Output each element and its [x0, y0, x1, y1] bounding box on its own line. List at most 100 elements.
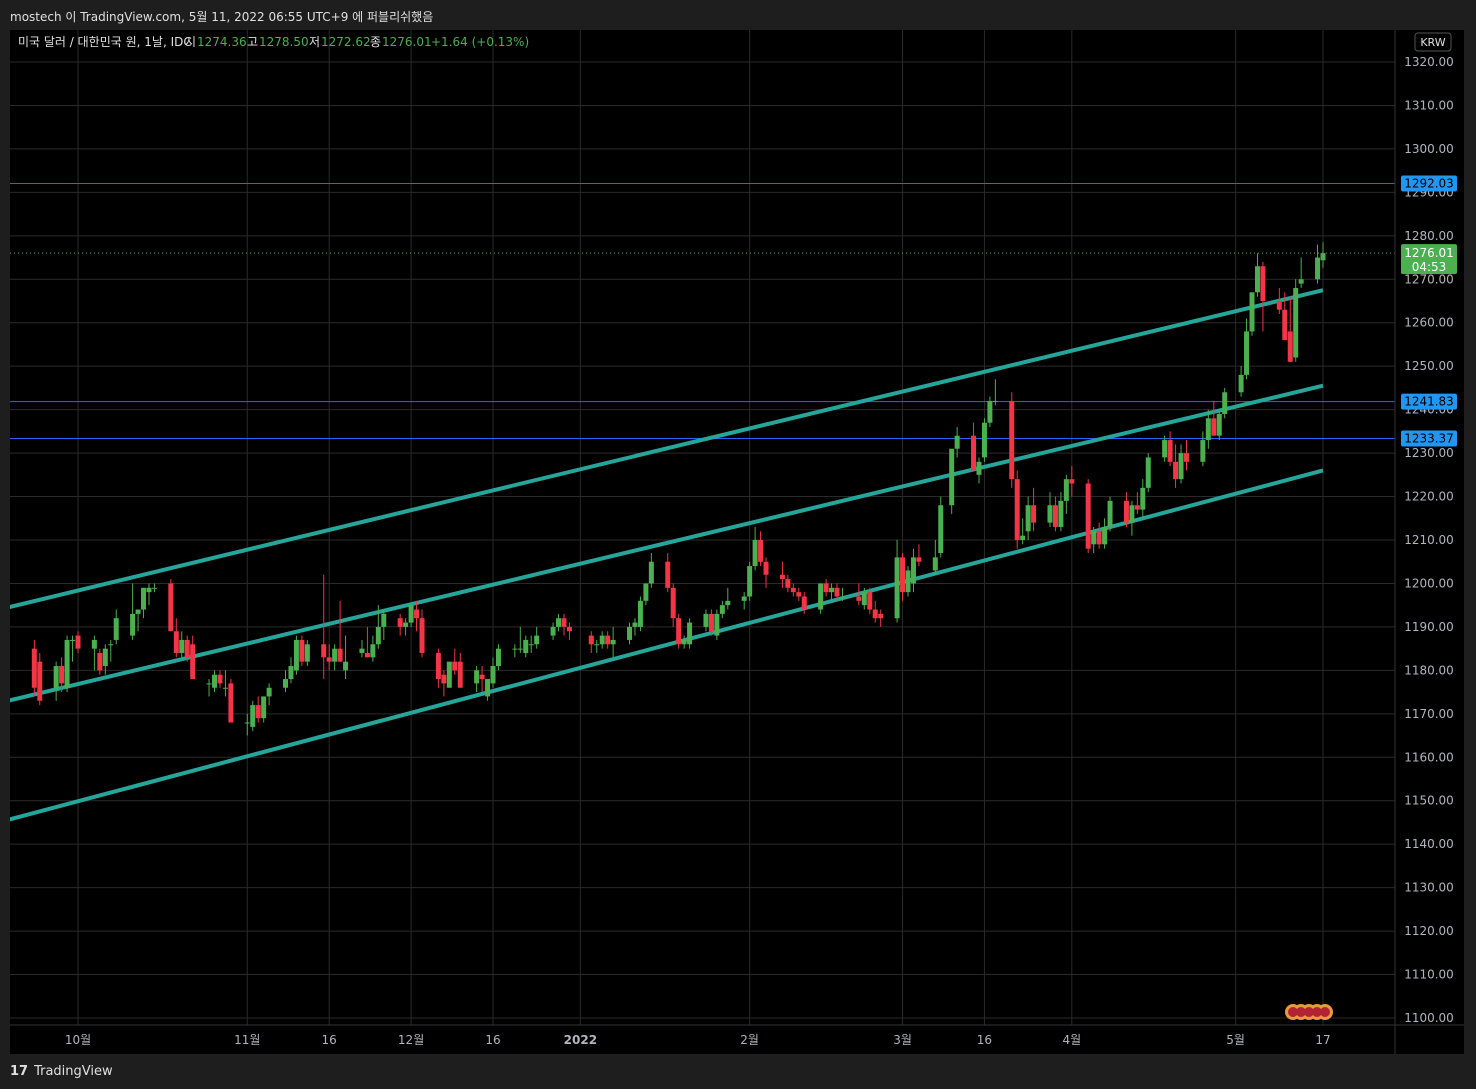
candle-body: [796, 592, 802, 597]
price-tick-label: 1300.00: [1404, 142, 1454, 156]
candle-body: [763, 561, 769, 575]
candle: [75, 631, 81, 653]
candle: [1069, 466, 1075, 497]
price-tick-label: 1310.00: [1404, 98, 1454, 112]
currency-button[interactable]: KRW: [1414, 32, 1452, 52]
candle-body: [419, 618, 425, 653]
candle-body: [801, 596, 807, 610]
chart-area[interactable]: 1100.00 1110.00 1120.00 1130.00 1140.00 1150.…: [10, 30, 1464, 1054]
candle: [1293, 279, 1299, 362]
candle-body: [146, 587, 152, 593]
candle: [665, 553, 671, 593]
candle-body: [452, 661, 458, 671]
candle: [905, 566, 911, 597]
price-tick-label: 1140.00: [1404, 837, 1454, 851]
candle-body: [135, 609, 141, 614]
candle: [135, 609, 141, 632]
candle: [283, 670, 288, 693]
legend-low-label: 저: [309, 35, 320, 49]
candle-body: [839, 596, 845, 598]
candle-body: [304, 644, 310, 662]
candle-body: [1178, 453, 1184, 480]
price-tick-label: 1120.00: [1404, 924, 1454, 938]
candle: [359, 639, 365, 658]
candle-body: [206, 683, 212, 685]
candle: [1107, 496, 1113, 532]
event-flags[interactable]: [1285, 1004, 1333, 1020]
candle: [1298, 257, 1304, 288]
candle: [1249, 292, 1255, 336]
candle: [1162, 435, 1168, 462]
candle-body: [299, 639, 305, 662]
candle-body: [932, 557, 938, 571]
candle: [1216, 409, 1222, 441]
candle-body: [976, 461, 982, 475]
candle-body: [190, 644, 196, 680]
candle-body: [1293, 287, 1299, 358]
candle: [381, 609, 387, 640]
tradingview-logo-icon: 𝟭𝟳: [10, 1064, 29, 1079]
candle: [1315, 244, 1321, 284]
candle-body: [485, 679, 491, 697]
candle: [790, 583, 796, 597]
candle: [1287, 296, 1293, 362]
legend-high-label: 고: [247, 35, 258, 49]
price-tick-label: 1230.00: [1404, 446, 1454, 460]
candle-body: [1238, 374, 1244, 393]
candle: [1025, 496, 1031, 540]
candlestick-chart[interactable]: 1100.00 1110.00 1120.00 1130.00 1140.00 1150.…: [10, 30, 1464, 1054]
candle-body: [1183, 453, 1189, 462]
candle-body: [1315, 257, 1321, 280]
candle-body: [222, 687, 228, 689]
candle-body: [1244, 331, 1250, 375]
time-tick-label: 2022: [564, 1033, 597, 1047]
candle-body: [1298, 279, 1304, 284]
candle: [561, 613, 567, 636]
candle: [1052, 496, 1058, 532]
candle-body: [861, 592, 867, 606]
candle-body: [561, 618, 567, 627]
candle: [250, 700, 256, 732]
candle-body: [474, 670, 480, 684]
time-tick-label: 11월: [234, 1033, 260, 1047]
candle-body: [1069, 479, 1075, 484]
candle-body: [1020, 535, 1026, 540]
price-labels: 1292.03 1241.83 1233.37 1276.0104:53: [1401, 175, 1457, 447]
legend-close-label: 종: [370, 35, 381, 49]
candle-body: [375, 626, 381, 645]
candle-body: [856, 596, 862, 601]
candle-body: [343, 661, 349, 671]
candle-body: [212, 674, 218, 688]
candle: [1047, 492, 1053, 527]
candle-body: [872, 609, 878, 619]
publish-caption: mostech 이 TradingView.com, 5월 11, 2022 0…: [10, 10, 434, 24]
candle-body: [1123, 500, 1129, 523]
candle: [1254, 253, 1260, 297]
candle-body: [829, 587, 835, 593]
candle-body: [457, 661, 463, 688]
candle: [266, 683, 272, 706]
candle: [64, 635, 70, 693]
candle: [637, 596, 643, 632]
time-axis[interactable]: 10월 11월 16 12월 16 2022 2월 3월 16 4월 5월 17: [10, 1024, 1464, 1047]
candle-body: [1205, 418, 1211, 441]
candle: [517, 626, 523, 653]
candle-body: [1276, 301, 1282, 310]
candle-body: [179, 639, 185, 653]
candle-body: [905, 570, 911, 593]
candle: [151, 583, 157, 593]
price-tick-label: 1260.00: [1404, 316, 1454, 330]
candle: [1063, 474, 1069, 514]
price-tick-label: 1100.00: [1404, 1011, 1454, 1025]
tradingview-logo[interactable]: 𝟭𝟳 TradingView: [10, 1064, 113, 1079]
candle-body: [758, 540, 764, 562]
candle-body: [878, 613, 884, 619]
candle-body: [1145, 457, 1151, 488]
candle-body: [397, 618, 403, 627]
channel-line: [10, 383, 1324, 703]
candle-body: [747, 566, 753, 597]
candle-body: [141, 587, 147, 610]
candle-body: [1200, 440, 1206, 462]
candle: [1260, 261, 1266, 332]
candle: [878, 609, 884, 627]
